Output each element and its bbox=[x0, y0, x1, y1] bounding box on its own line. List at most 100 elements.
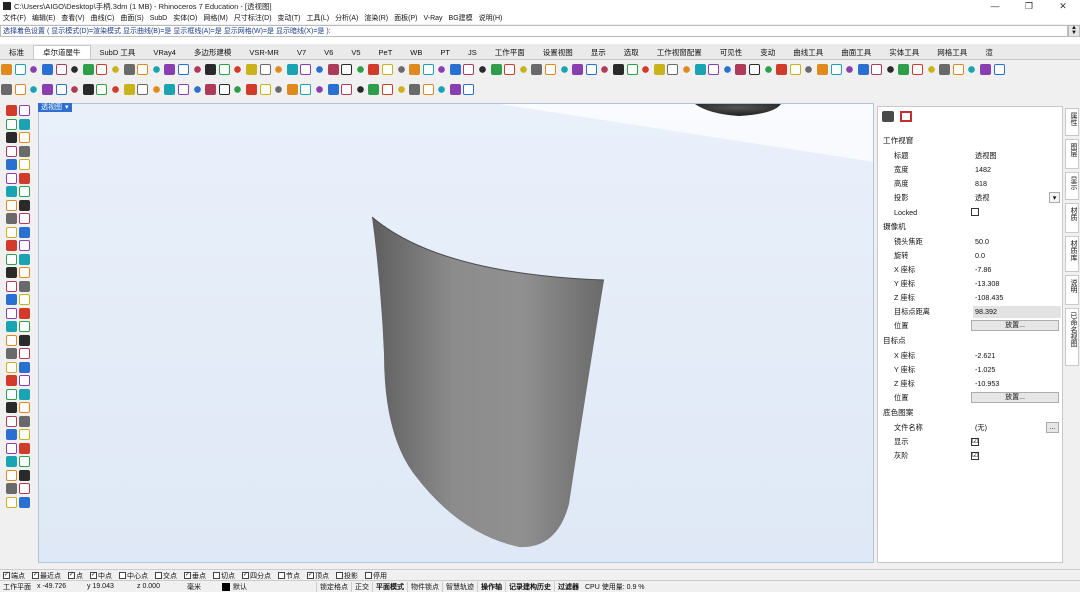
tool-icon[interactable] bbox=[708, 63, 720, 75]
osnap-item[interactable]: ✓ 最近点 bbox=[29, 571, 61, 581]
tool-icon[interactable] bbox=[5, 402, 17, 414]
tool-icon[interactable] bbox=[19, 469, 31, 481]
tool-icon[interactable] bbox=[191, 83, 203, 95]
tool-icon[interactable] bbox=[259, 83, 271, 95]
toolbar-tab[interactable]: V7 bbox=[288, 46, 315, 59]
status-toggle[interactable]: 过滤器 bbox=[554, 581, 582, 592]
tool-icon[interactable] bbox=[205, 63, 217, 75]
tool-icon[interactable] bbox=[5, 469, 17, 481]
tool-icon[interactable] bbox=[5, 118, 17, 130]
tool-icon[interactable] bbox=[69, 83, 81, 95]
tool-icon[interactable] bbox=[19, 226, 31, 238]
perspective-viewport[interactable] bbox=[38, 103, 874, 563]
tool-icon[interactable] bbox=[218, 83, 230, 95]
tool-icon[interactable] bbox=[19, 334, 31, 346]
tool-icon[interactable] bbox=[5, 321, 17, 333]
place-button[interactable]: 放置... bbox=[971, 392, 1059, 403]
tool-icon[interactable] bbox=[857, 63, 869, 75]
tool-icon[interactable] bbox=[19, 159, 31, 171]
tool-icon[interactable] bbox=[327, 83, 339, 95]
menu-item[interactable]: 说明(H) bbox=[476, 13, 506, 23]
toolbar-tab[interactable]: 实体工具 bbox=[880, 46, 928, 59]
tool-icon[interactable] bbox=[19, 361, 31, 373]
tool-icon[interactable] bbox=[55, 83, 67, 95]
tool-icon[interactable] bbox=[19, 253, 31, 265]
tool-icon[interactable] bbox=[613, 63, 625, 75]
tool-icon[interactable] bbox=[19, 321, 31, 333]
toolbar-tab[interactable]: 曲面工具 bbox=[832, 46, 880, 59]
toolbar-tab[interactable]: 曲线工具 bbox=[784, 46, 832, 59]
tool-icon[interactable] bbox=[409, 63, 421, 75]
tool-icon[interactable] bbox=[844, 63, 856, 75]
toolbar-tab[interactable]: 选取 bbox=[615, 46, 648, 59]
tool-icon[interactable] bbox=[19, 294, 31, 306]
property-checkbox[interactable] bbox=[971, 208, 979, 216]
osnap-checkbox[interactable]: ✓ bbox=[307, 572, 314, 579]
osnap-item[interactable]: 节点 bbox=[275, 571, 300, 581]
tool-icon[interactable] bbox=[735, 63, 747, 75]
osnap-checkbox[interactable]: ✓ bbox=[3, 572, 10, 579]
tool-icon[interactable] bbox=[449, 83, 461, 95]
side-tab[interactable]: 图层 bbox=[1065, 139, 1079, 169]
property-value[interactable]: 1482 bbox=[973, 164, 1061, 176]
property-value[interactable]: -2.621 bbox=[973, 350, 1061, 362]
tool-icon[interactable] bbox=[5, 442, 17, 454]
tool-icon[interactable] bbox=[5, 159, 17, 171]
tool-icon[interactable] bbox=[789, 63, 801, 75]
osnap-item[interactable]: ✓ 垂点 bbox=[181, 571, 206, 581]
toolbar-tab[interactable]: 网格工具 bbox=[928, 46, 976, 59]
menu-item[interactable]: 文件(F) bbox=[0, 13, 29, 23]
tool-icon[interactable] bbox=[5, 213, 17, 225]
tool-icon[interactable] bbox=[19, 118, 31, 130]
tool-icon[interactable] bbox=[667, 63, 679, 75]
tool-icon[interactable] bbox=[572, 63, 584, 75]
tool-icon[interactable] bbox=[517, 63, 529, 75]
osnap-item[interactable]: 投影 bbox=[333, 571, 358, 581]
osnap-item[interactable]: ✓ 点 bbox=[65, 571, 83, 581]
status-toggle[interactable]: 操作轴 bbox=[477, 581, 505, 592]
tool-icon[interactable] bbox=[5, 186, 17, 198]
browse-button[interactable]: ... bbox=[1046, 422, 1059, 433]
tool-icon[interactable] bbox=[19, 105, 31, 117]
tool-icon[interactable] bbox=[5, 145, 17, 157]
tool-icon[interactable] bbox=[966, 63, 978, 75]
tool-icon[interactable] bbox=[422, 63, 434, 75]
tool-icon[interactable] bbox=[545, 63, 557, 75]
osnap-checkbox[interactable]: ✓ bbox=[242, 572, 249, 579]
tool-icon[interactable] bbox=[259, 63, 271, 75]
osnap-checkbox[interactable] bbox=[365, 572, 372, 579]
tool-icon[interactable] bbox=[490, 63, 502, 75]
status-toggle[interactable]: 记录建构历史 bbox=[505, 581, 554, 592]
osnap-item[interactable]: 交点 bbox=[152, 571, 177, 581]
tool-icon[interactable] bbox=[273, 63, 285, 75]
menu-item[interactable]: 网格(M) bbox=[200, 13, 231, 23]
status-toggle[interactable]: 物件锁点 bbox=[407, 581, 442, 592]
tool-icon[interactable] bbox=[110, 83, 122, 95]
toolbar-tab[interactable]: 卓尔道屋牛 bbox=[33, 45, 91, 59]
osnap-item[interactable]: 停用 bbox=[362, 571, 387, 581]
menu-item[interactable]: 曲线(C) bbox=[88, 13, 118, 23]
tool-icon[interactable] bbox=[19, 348, 31, 360]
tool-icon[interactable] bbox=[993, 63, 1005, 75]
tool-icon[interactable] bbox=[436, 63, 448, 75]
tool-icon[interactable] bbox=[341, 63, 353, 75]
tool-icon[interactable] bbox=[5, 307, 17, 319]
tool-icon[interactable] bbox=[19, 186, 31, 198]
toolbar-tab[interactable]: 显示 bbox=[582, 46, 615, 59]
property-value[interactable]: 98.392 bbox=[973, 306, 1061, 318]
tool-icon[interactable] bbox=[422, 83, 434, 95]
toolbar-tab[interactable]: 标准 bbox=[0, 46, 33, 59]
property-value[interactable]: 透视图 bbox=[973, 150, 1061, 162]
tool-icon[interactable] bbox=[585, 63, 597, 75]
tool-icon[interactable] bbox=[96, 83, 108, 95]
osnap-checkbox[interactable]: ✓ bbox=[184, 572, 191, 579]
tool-icon[interactable] bbox=[816, 63, 828, 75]
toolbar-tab[interactable]: PT bbox=[431, 46, 459, 59]
tool-icon[interactable] bbox=[150, 63, 162, 75]
toolbar-tab[interactable]: V6 bbox=[315, 46, 342, 59]
tool-icon[interactable] bbox=[477, 63, 489, 75]
tool-icon[interactable] bbox=[218, 63, 230, 75]
property-value[interactable]: -1.025 bbox=[973, 364, 1061, 376]
osnap-item[interactable]: 切点 bbox=[210, 571, 235, 581]
tool-icon[interactable] bbox=[5, 199, 17, 211]
